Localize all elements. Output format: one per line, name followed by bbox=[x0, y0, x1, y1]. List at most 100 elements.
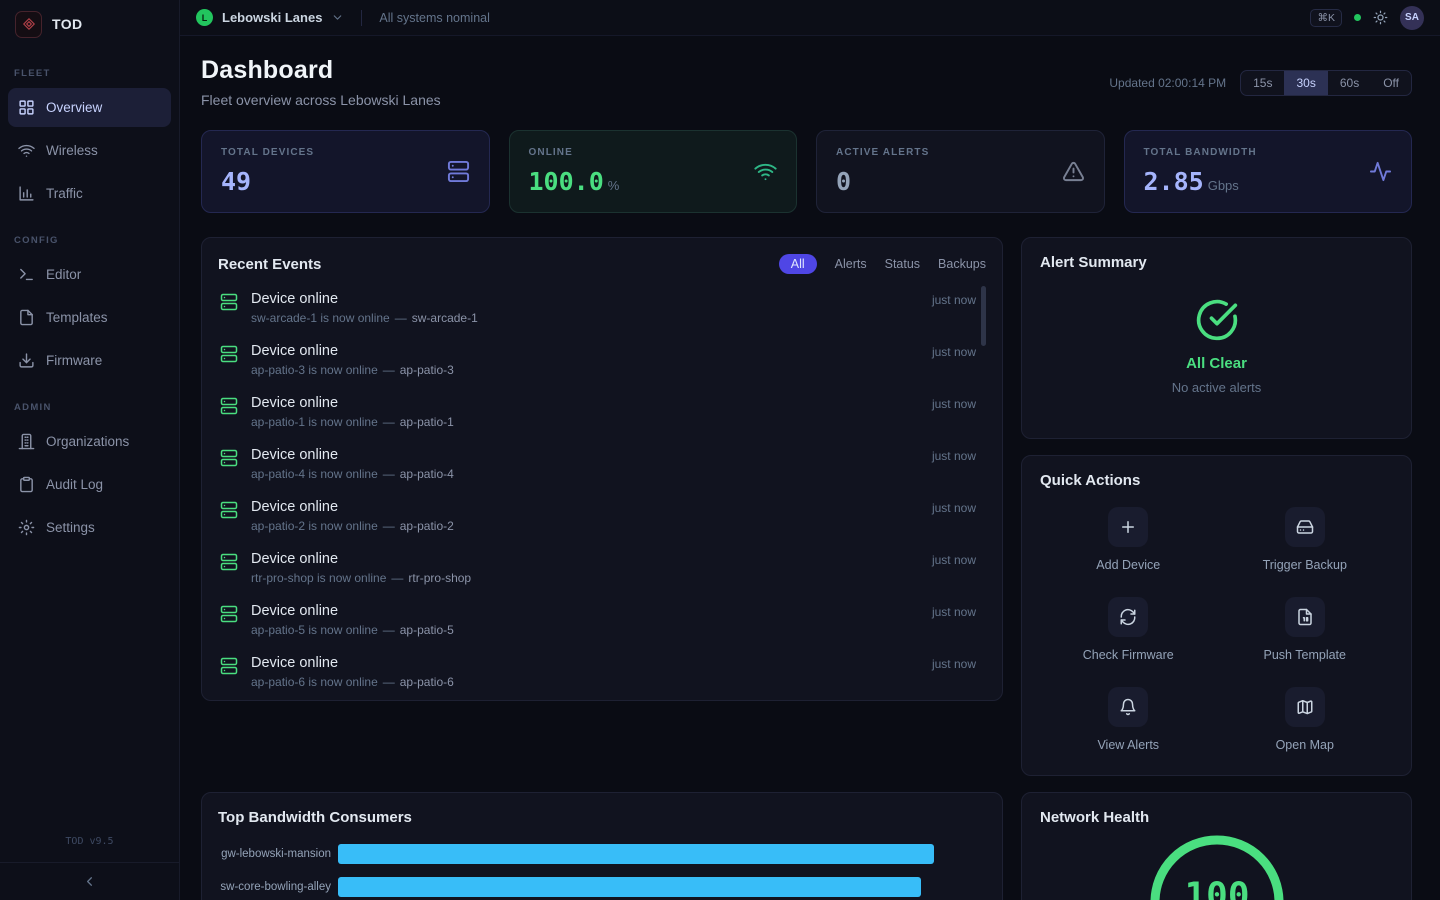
top-bandwidth-card: Top Bandwidth Consumers gw-lebowski-mans… bbox=[201, 792, 1003, 900]
server-icon bbox=[220, 657, 238, 675]
file-code-icon bbox=[1285, 597, 1325, 637]
topbar-right: ⌘K SA bbox=[1310, 6, 1424, 30]
event-detail: ap-patio-2 is now online bbox=[251, 519, 378, 533]
sidebar-item-label: Firmware bbox=[46, 353, 102, 368]
wifi-icon bbox=[754, 160, 777, 183]
recent-events-card: Recent Events All Alerts Status Backups bbox=[201, 237, 1003, 701]
alert-summary-title: Alert Summary bbox=[1040, 254, 1393, 271]
alert-status-text: All Clear bbox=[1186, 355, 1247, 372]
event-title: Device online bbox=[251, 395, 919, 411]
page-title: Dashboard bbox=[201, 56, 441, 85]
event-separator: — bbox=[383, 467, 395, 481]
filter-backups[interactable]: Backups bbox=[938, 257, 986, 271]
sidebar-item-label: Templates bbox=[46, 310, 108, 325]
gear-icon bbox=[18, 519, 35, 536]
user-avatar[interactable]: SA bbox=[1400, 6, 1424, 30]
updated-timestamp: Updated 02:00:14 PM bbox=[1109, 76, 1226, 90]
open-map-button[interactable]: Open Map bbox=[1217, 687, 1394, 752]
quick-action-label: Open Map bbox=[1276, 738, 1334, 752]
logo-diamond-icon bbox=[15, 11, 42, 38]
event-title: Device online bbox=[251, 447, 919, 463]
stat-unit: Gbps bbox=[1208, 178, 1239, 193]
event-row[interactable]: Device online rtr-pro-shop is now online… bbox=[218, 542, 986, 594]
events-scrollbar[interactable] bbox=[981, 286, 986, 346]
event-row[interactable]: Device online ap-patio-2 is now online — a… bbox=[218, 490, 986, 542]
event-row[interactable]: Device online sw-arcade-1 is now online—… bbox=[218, 282, 986, 334]
event-row[interactable]: Device online ap-patio-6 is now online—a… bbox=[218, 646, 986, 698]
bandwidth-row: sw-core-bowling-alley bbox=[218, 877, 986, 897]
events-list[interactable]: Device online sw-arcade-1 is now online—… bbox=[218, 282, 986, 701]
push-template-button[interactable]: Push Template bbox=[1217, 597, 1394, 662]
stat-value: 49 bbox=[221, 167, 251, 196]
event-detail: ap-patio-6 is now online bbox=[251, 675, 378, 689]
event-device: ap-patio-3 bbox=[400, 363, 454, 377]
system-status-text: All systems nominal bbox=[379, 11, 489, 25]
event-row[interactable]: Device online just now bbox=[218, 698, 986, 701]
sidebar-item-label: Settings bbox=[46, 520, 95, 535]
quick-action-label: Check Firmware bbox=[1083, 648, 1174, 662]
stat-unit: % bbox=[608, 178, 620, 193]
alert-detail-text: No active alerts bbox=[1172, 380, 1262, 395]
event-device: ap-patio-4 bbox=[400, 467, 454, 481]
command-palette-shortcut[interactable]: ⌘K bbox=[1310, 9, 1342, 27]
sidebar-item-overview[interactable]: Overview bbox=[8, 88, 171, 127]
event-row[interactable]: Device online ap-patio-1 is now online—a… bbox=[218, 386, 986, 438]
event-filters: All Alerts Status Backups bbox=[779, 254, 986, 274]
event-row[interactable]: Device online ap-patio-3 is now online—a… bbox=[218, 334, 986, 386]
refresh-option-off[interactable]: Off bbox=[1371, 71, 1411, 95]
chevron-down-icon[interactable] bbox=[331, 11, 344, 24]
sidebar-item-templates[interactable]: Templates bbox=[8, 298, 171, 337]
filter-alerts[interactable]: Alerts bbox=[835, 257, 867, 271]
filter-all[interactable]: All bbox=[779, 254, 817, 274]
refresh-option-30s[interactable]: 30s bbox=[1284, 71, 1327, 95]
section-label-config: CONFIG bbox=[0, 215, 179, 253]
check-firmware-button[interactable]: Check Firmware bbox=[1040, 597, 1217, 662]
topbar: L Lebowski Lanes All systems nominal ⌘K … bbox=[180, 0, 1440, 36]
org-switcher[interactable]: Lebowski Lanes bbox=[222, 10, 322, 25]
event-separator: — bbox=[383, 623, 395, 637]
filter-status[interactable]: Status bbox=[885, 257, 920, 271]
event-device: ap-patio-5 bbox=[400, 623, 454, 637]
sidebar-collapse-button[interactable] bbox=[0, 862, 179, 900]
server-icon bbox=[220, 553, 238, 571]
file-icon bbox=[18, 309, 35, 326]
sidebar-item-traffic[interactable]: Traffic bbox=[8, 174, 171, 213]
refresh-interval-control: 15s 30s 60s Off bbox=[1240, 70, 1412, 96]
sidebar-item-wireless[interactable]: Wireless bbox=[8, 131, 171, 170]
sidebar-item-label: Wireless bbox=[46, 143, 98, 158]
event-row[interactable]: Device online ap-patio-5 is now online—a… bbox=[218, 594, 986, 646]
add-device-button[interactable]: Add Device bbox=[1040, 507, 1217, 572]
event-separator: — bbox=[383, 519, 395, 533]
event-detail: ap-patio-5 is now online bbox=[251, 623, 378, 637]
theme-toggle-sun-icon[interactable] bbox=[1373, 10, 1388, 25]
server-icon bbox=[220, 345, 238, 363]
sidebar-item-label: Organizations bbox=[46, 434, 129, 449]
server-icon bbox=[447, 160, 470, 183]
event-detail: ap-patio-3 is now online bbox=[251, 363, 378, 377]
sidebar-item-settings[interactable]: Settings bbox=[8, 508, 171, 547]
trigger-backup-button[interactable]: Trigger Backup bbox=[1217, 507, 1394, 572]
sidebar-item-organizations[interactable]: Organizations bbox=[8, 422, 171, 461]
refresh-option-60s[interactable]: 60s bbox=[1328, 71, 1371, 95]
bar-chart-icon bbox=[18, 185, 35, 202]
stat-label: ACTIVE ALERTS bbox=[836, 147, 929, 158]
status-dot bbox=[1354, 14, 1361, 21]
recent-events-title: Recent Events bbox=[218, 256, 321, 273]
event-title: Device online bbox=[251, 499, 919, 515]
hard-drive-icon bbox=[1285, 507, 1325, 547]
event-title: Device online bbox=[251, 655, 919, 671]
sidebar-item-editor[interactable]: Editor bbox=[8, 255, 171, 294]
page-header: Dashboard Fleet overview across Lebowski… bbox=[201, 56, 1412, 108]
event-time: just now bbox=[932, 345, 976, 359]
sidebar-item-firmware[interactable]: Firmware bbox=[8, 341, 171, 380]
event-row[interactable]: Device online ap-patio-4 is now online—a… bbox=[218, 438, 986, 490]
refresh-option-15s[interactable]: 15s bbox=[1241, 71, 1284, 95]
alert-triangle-icon bbox=[1062, 160, 1085, 183]
event-device: ap-patio-2 bbox=[400, 519, 454, 533]
event-title: Device online bbox=[251, 343, 919, 359]
view-alerts-button[interactable]: View Alerts bbox=[1040, 687, 1217, 752]
wifi-icon bbox=[18, 142, 35, 159]
stat-label: TOTAL BANDWIDTH bbox=[1144, 147, 1257, 158]
sidebar-item-audit-log[interactable]: Audit Log bbox=[8, 465, 171, 504]
stat-value: 100.0 bbox=[529, 167, 604, 196]
